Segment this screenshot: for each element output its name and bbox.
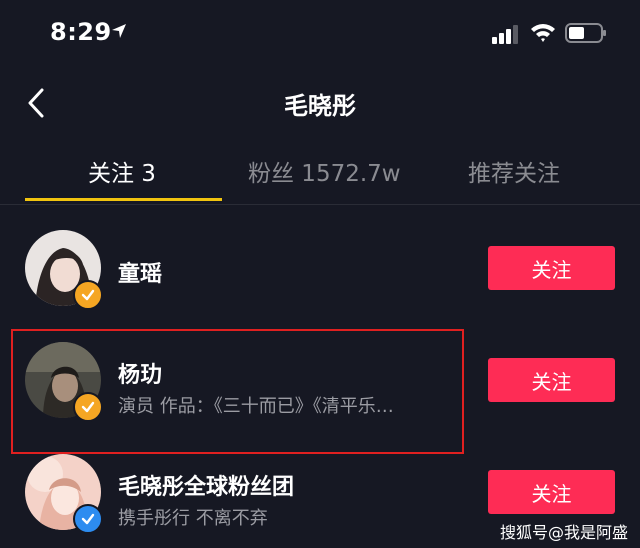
user-name: 毛晓彤全球粉丝团 xyxy=(118,475,295,500)
signal-icon xyxy=(492,25,518,44)
follow-button[interactable]: 关注 xyxy=(488,470,615,514)
verified-badge-icon xyxy=(73,280,103,310)
page-title: 毛晓彤 xyxy=(284,92,356,120)
follow-button[interactable]: 关注 xyxy=(488,358,615,402)
list-item[interactable]: 童瑶 关注 xyxy=(0,212,640,324)
status-bar: 8:29 xyxy=(0,0,640,70)
user-name: 童瑶 xyxy=(118,262,163,287)
tab-fans[interactable]: 粉丝 1572.7w xyxy=(248,154,401,194)
status-time: 8:29 xyxy=(50,18,112,46)
active-tab-indicator xyxy=(25,198,222,201)
watermark: 搜狐号@我是阿盛 xyxy=(500,523,629,542)
verified-badge-icon xyxy=(73,504,103,534)
battery-icon xyxy=(565,23,606,43)
location-arrow-icon xyxy=(112,24,126,38)
tab-recommended[interactable]: 推荐关注 xyxy=(468,154,560,194)
tab-bar: 关注 3 粉丝 1572.7w 推荐关注 xyxy=(0,140,640,205)
wifi-icon xyxy=(531,24,555,42)
highlight-box xyxy=(11,329,464,454)
user-description: 携手彤行 不离不弃 xyxy=(118,508,268,529)
nav-bar: 毛晓彤 xyxy=(0,72,640,132)
follow-button[interactable]: 关注 xyxy=(488,246,615,290)
tab-following[interactable]: 关注 3 xyxy=(88,154,156,194)
